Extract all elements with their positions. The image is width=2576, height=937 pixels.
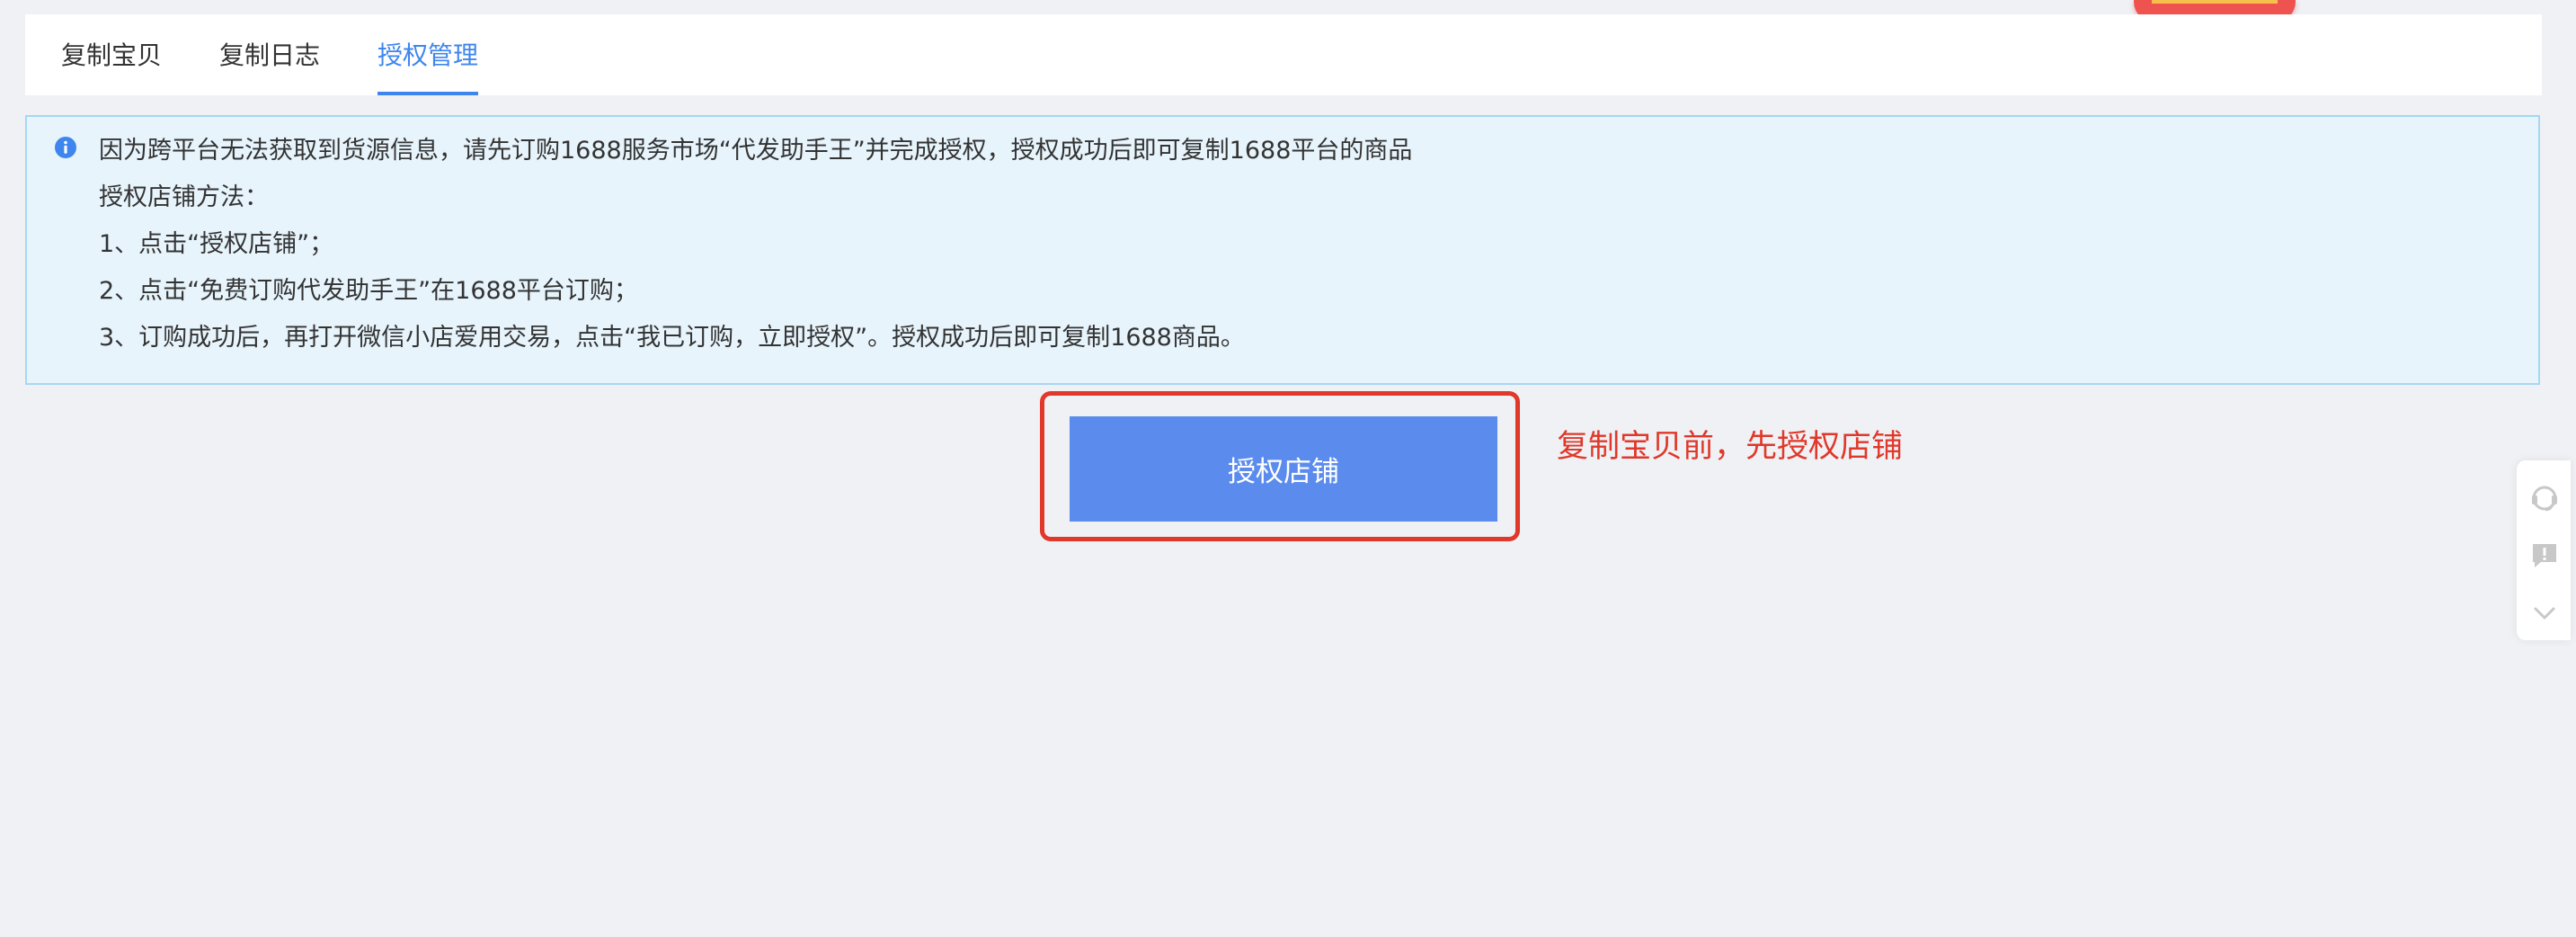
notice-line-5: 3、订购成功后，再打开微信小店爱用交易，点击“我已订购，立即授权”。授权成功后即… bbox=[99, 324, 1245, 352]
tab-bar: 复制宝贝 复制日志 授权管理 bbox=[25, 14, 2542, 95]
annotation-text: 复制宝贝前，先授权店铺 bbox=[1557, 429, 1904, 465]
feedback-icon[interactable] bbox=[2528, 540, 2561, 572]
tab-authorization-management[interactable]: 授权管理 bbox=[378, 14, 479, 95]
info-notice: 因为跨平台无法获取到货源信息，请先订购1688服务市场“代发助手王”并完成授权，… bbox=[25, 115, 2540, 385]
notice-line-3: 1、点击“授权店铺”； bbox=[99, 230, 334, 258]
ribbon-stripe bbox=[2152, 0, 2278, 4]
chevron-down-icon[interactable] bbox=[2528, 597, 2561, 629]
side-toolbar bbox=[2517, 460, 2571, 640]
tab-copy-items[interactable]: 复制宝贝 bbox=[61, 14, 162, 95]
notice-line-4: 2、点击“免费订购代发助手王”在1688平台订购； bbox=[99, 277, 638, 305]
headset-icon[interactable] bbox=[2528, 482, 2561, 514]
info-icon bbox=[55, 137, 76, 158]
notice-line-2: 授权店铺方法： bbox=[99, 183, 269, 211]
authorize-store-button[interactable]: 授权店铺 bbox=[1070, 416, 1497, 522]
tab-copy-log[interactable]: 复制日志 bbox=[219, 14, 320, 95]
notice-line-1: 因为跨平台无法获取到货源信息，请先订购1688服务市场“代发助手王”并完成授权，… bbox=[99, 137, 1413, 165]
